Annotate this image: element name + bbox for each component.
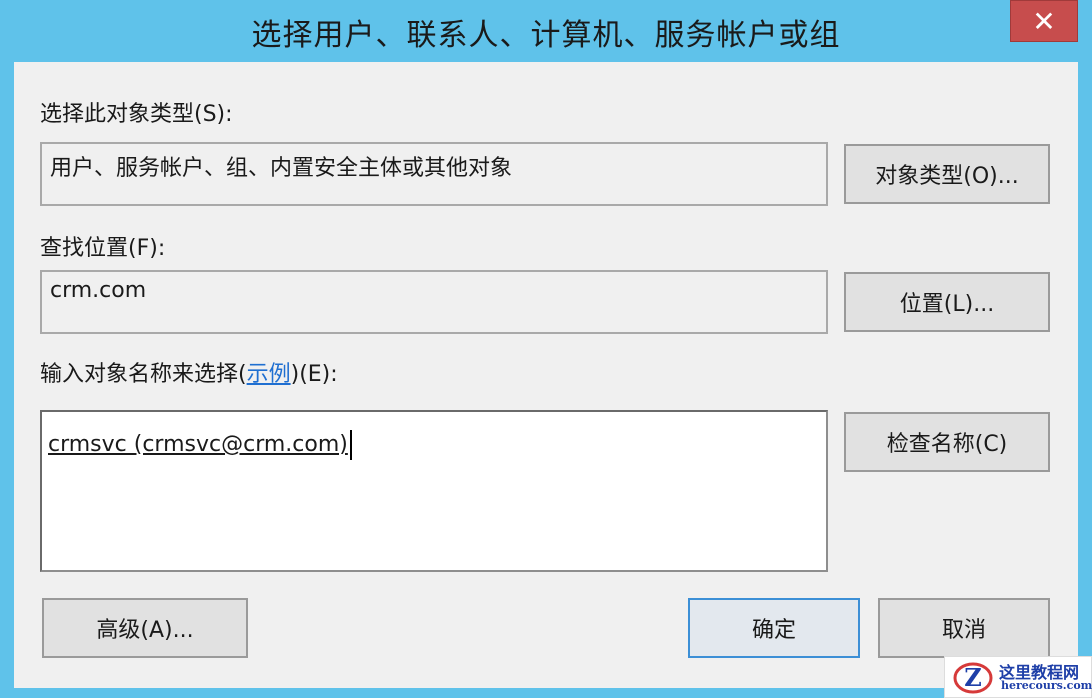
location-field: crm.com	[40, 270, 828, 334]
watermark: Z 这里教程网 herecours.com	[944, 656, 1092, 698]
watermark-logo-icon: Z	[953, 662, 993, 694]
dialog-body: 选择此对象类型(S): 用户、服务帐户、组、内置安全主体或其他对象 对象类型(O…	[14, 62, 1078, 688]
title-bar[interactable]: 选择用户、联系人、计算机、服务帐户或组 ✕	[0, 0, 1092, 62]
object-type-field: 用户、服务帐户、组、内置安全主体或其他对象	[40, 142, 828, 206]
object-names-value: crmsvc (crmsvc@crm.com)	[48, 432, 348, 457]
names-label-suffix: )(E):	[290, 362, 338, 387]
locations-button[interactable]: 位置(L)...	[844, 272, 1050, 332]
close-button[interactable]: ✕	[1010, 0, 1078, 42]
check-names-button[interactable]: 检查名称(C)	[844, 412, 1050, 472]
watermark-url: herecours.com	[1001, 679, 1092, 692]
names-label: 输入对象名称来选择(示例)(E):	[40, 356, 338, 388]
watermark-logo-letter: Z	[964, 663, 982, 692]
window-title: 选择用户、联系人、计算机、服务帐户或组	[251, 18, 841, 53]
text-caret	[349, 430, 352, 460]
close-icon: ✕	[1032, 4, 1056, 38]
names-label-prefix: 输入对象名称来选择(	[40, 362, 247, 387]
advanced-button[interactable]: 高级(A)...	[42, 598, 248, 658]
cancel-button[interactable]: 取消	[878, 598, 1050, 658]
object-names-input[interactable]: crmsvc (crmsvc@crm.com)	[40, 410, 828, 572]
object-types-button[interactable]: 对象类型(O)...	[844, 144, 1050, 204]
examples-link[interactable]: 示例	[247, 362, 291, 387]
location-label: 查找位置(F):	[40, 236, 166, 261]
object-type-label: 选择此对象类型(S):	[40, 102, 233, 127]
ok-button[interactable]: 确定	[688, 598, 860, 658]
